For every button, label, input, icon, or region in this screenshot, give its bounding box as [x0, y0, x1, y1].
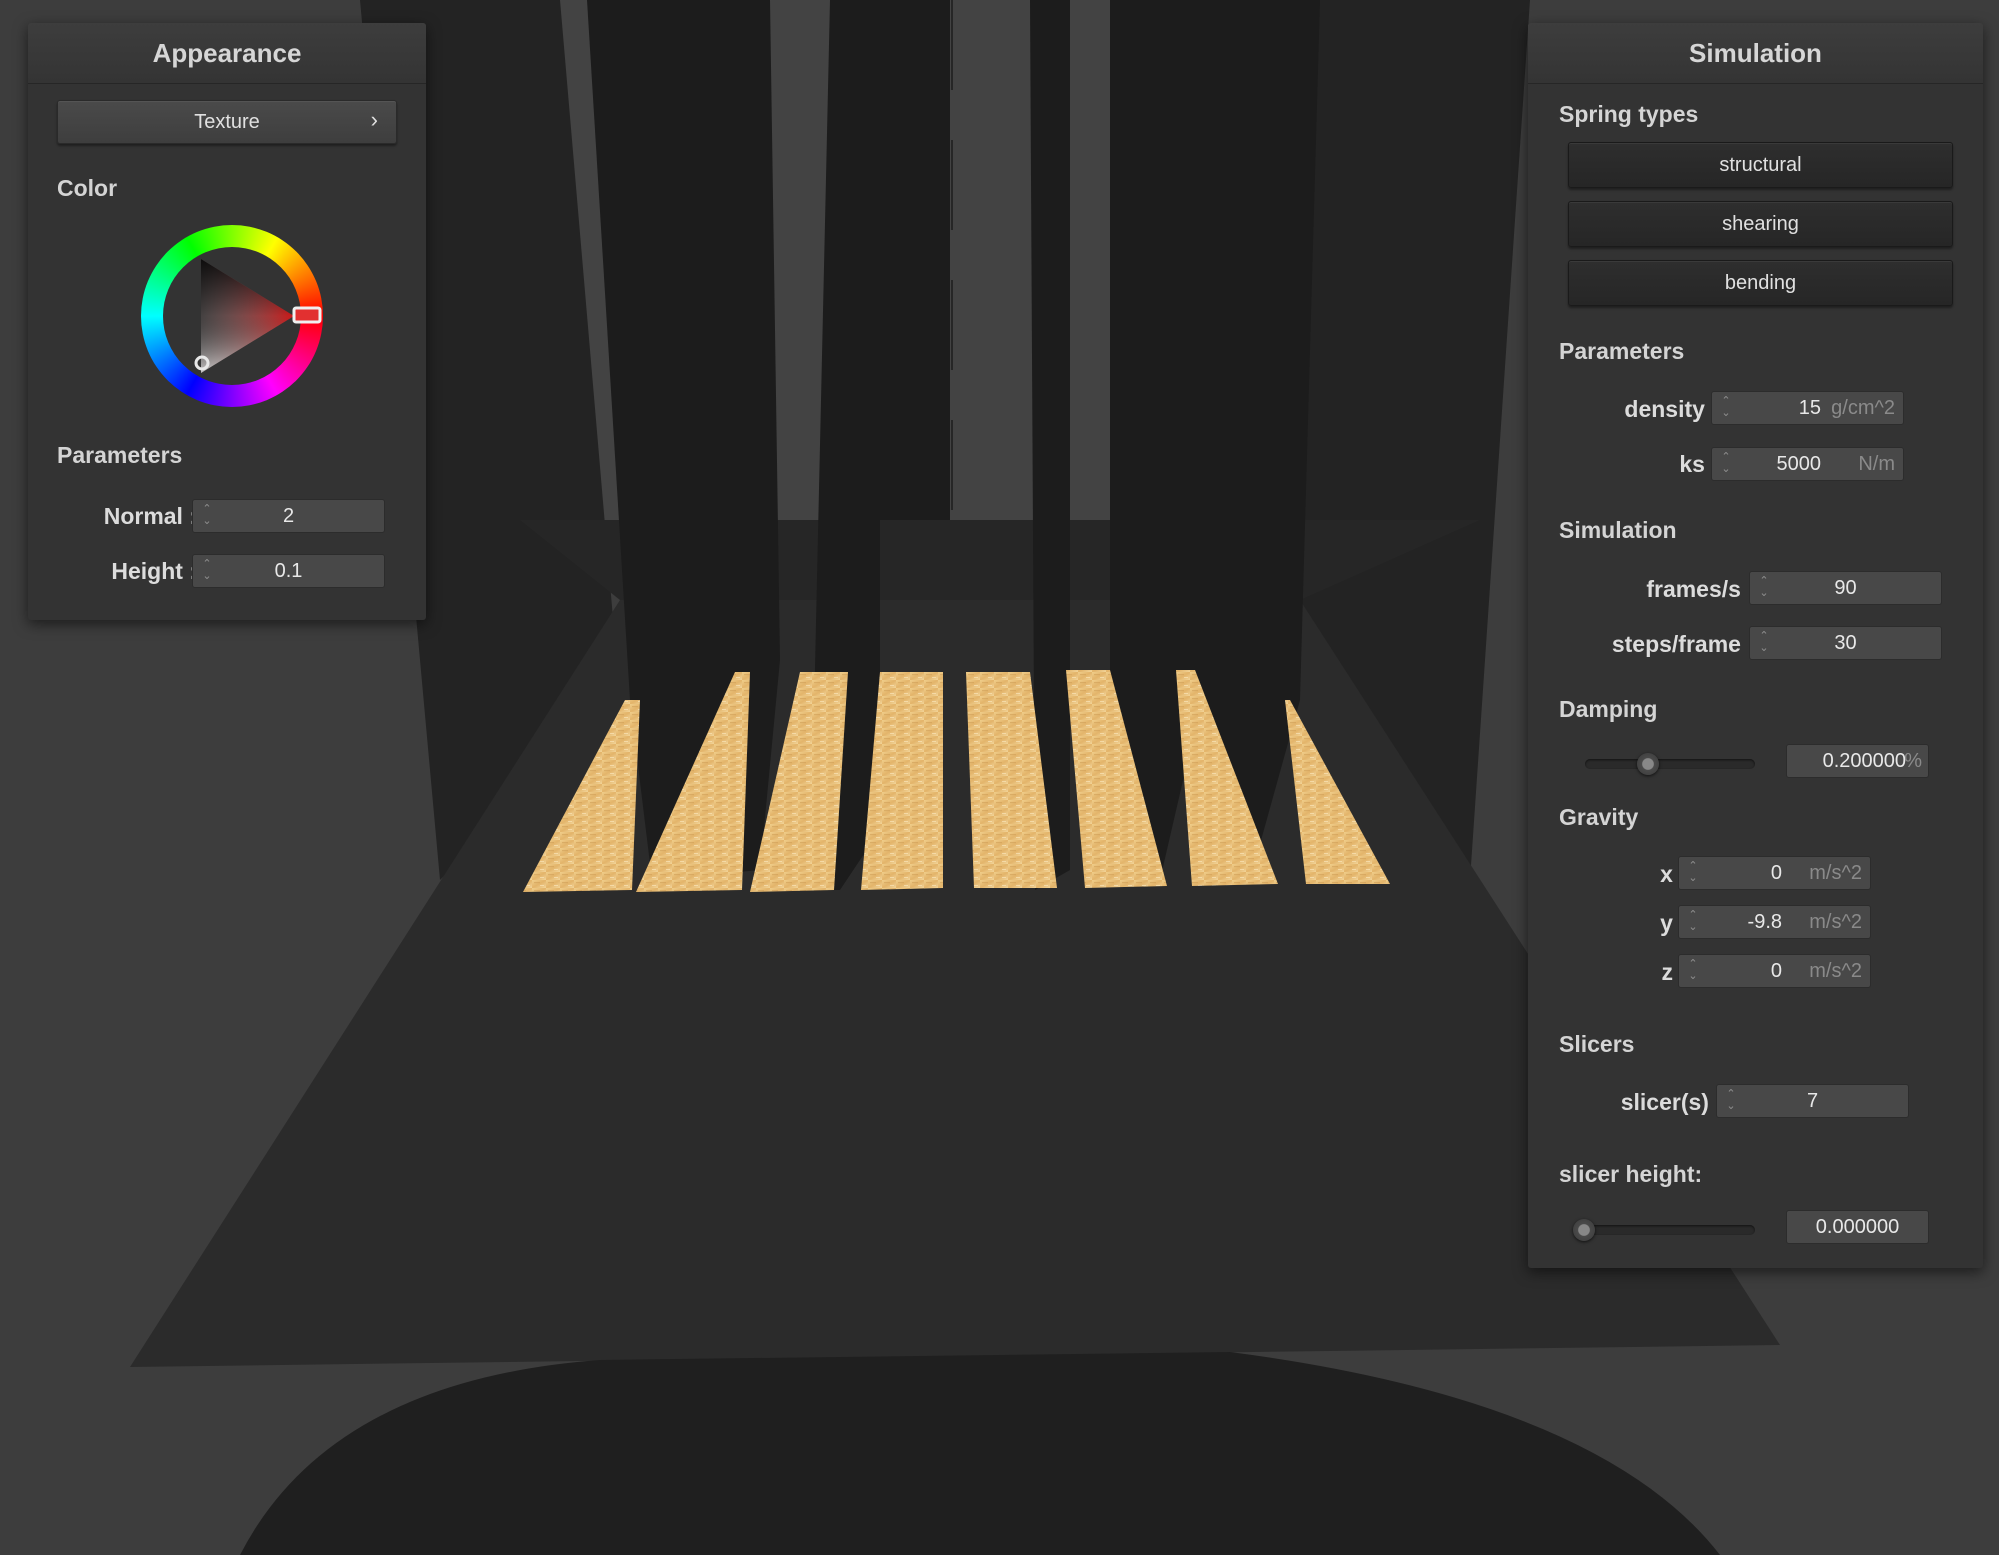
ks-spinbox[interactable]: ⌃ ⌄ 5000 N/m — [1711, 447, 1904, 481]
gravity-z-value: 0 — [1770, 960, 1782, 982]
texture-button-label: Texture — [194, 111, 260, 133]
slicer-height-value-box[interactable]: 0.000000 — [1786, 1210, 1929, 1244]
frames-per-sec-label: frames/s : — [1646, 576, 1755, 602]
gravity-x-value: 0 — [1770, 862, 1782, 884]
shearing-button[interactable]: shearing — [1568, 201, 1953, 247]
damping-value: 0.200000 — [1822, 750, 1906, 772]
ks-label: ks : — [1679, 451, 1719, 477]
gravity-y-spinbox[interactable]: ⌃ ⌄ -9.8 m/s^2 — [1678, 905, 1871, 939]
gravity-x-label: x : — [1660, 861, 1687, 887]
density-unit: g/cm^2 — [1831, 397, 1895, 419]
slicer-height-slider[interactable] — [1573, 1219, 1755, 1241]
normal-label: Normal : — [103, 503, 197, 529]
height-label: Height : — [111, 558, 197, 584]
gravity-z-label: z : — [1661, 959, 1687, 985]
chevron-right-icon: › — [370, 107, 378, 132]
appearance-parameters-label: Parameters — [57, 442, 183, 468]
gravity-z-unit: m/s^2 — [1809, 960, 1862, 982]
bending-button[interactable]: bending — [1568, 260, 1953, 306]
appearance-title: Appearance — [28, 23, 426, 84]
simulation-section-label: Simulation — [1559, 517, 1677, 543]
normal-value: 2 — [282, 505, 295, 527]
appearance-panel: Appearance Texture › Color Parameters No… — [28, 23, 426, 620]
density-label: density : — [1624, 396, 1719, 422]
gravity-x-unit: m/s^2 — [1809, 862, 1862, 884]
damping-label: Damping — [1559, 696, 1658, 722]
damping-slider[interactable] — [1585, 753, 1755, 775]
ks-value: 5000 — [1776, 453, 1822, 475]
damping-value-box[interactable]: 0.200000 % — [1786, 744, 1929, 778]
gravity-z-spinbox[interactable]: ⌃ ⌄ 0 m/s^2 — [1678, 954, 1871, 988]
gravity-x-spinbox[interactable]: ⌃ ⌄ 0 m/s^2 — [1678, 856, 1871, 890]
steps-per-frame-label: steps/frame : — [1611, 631, 1755, 657]
spin-arrows-icon[interactable]: ⌃ ⌄ — [1687, 909, 1699, 935]
slicer-height-value: 0.000000 — [1815, 1216, 1900, 1238]
color-wheel[interactable] — [141, 225, 323, 407]
color-triangle[interactable] — [141, 225, 323, 407]
gravity-y-value: -9.8 — [1747, 911, 1782, 933]
structural-button[interactable]: structural — [1568, 142, 1953, 188]
ks-unit: N/m — [1858, 453, 1895, 475]
slicer-count-spinbox[interactable]: ⌃ ⌄ 7 — [1716, 1084, 1909, 1118]
color-label: Color — [57, 175, 118, 201]
damping-slider-knob[interactable] — [1637, 753, 1659, 775]
spin-arrows-icon[interactable]: ⌃ ⌄ — [1720, 395, 1732, 421]
hue-handle — [292, 306, 322, 324]
spring-types-label: Spring types — [1559, 101, 1699, 127]
simulation-panel: Simulation Spring types structural shear… — [1528, 23, 1983, 1268]
slicer-count-label: slicer(s) : — [1620, 1089, 1723, 1115]
slicer-height-label: slicer height: — [1559, 1161, 1703, 1187]
gravity-label: Gravity — [1559, 804, 1639, 830]
density-spinbox[interactable]: ⌃ ⌄ 15 g/cm^2 — [1711, 391, 1904, 425]
slicer-height-slider-knob[interactable] — [1573, 1219, 1595, 1241]
frames-per-sec-spinbox[interactable]: ⌃ ⌄ 90 — [1749, 571, 1942, 605]
simulation-title: Simulation — [1528, 23, 1983, 84]
height-spinbox[interactable]: ⌃ ⌄ 0.1 — [192, 554, 385, 588]
slicer-count-value: 7 — [1806, 1090, 1819, 1112]
gravity-y-label: y : — [1660, 910, 1687, 936]
density-value: 15 — [1798, 397, 1821, 419]
damping-unit: % — [1904, 750, 1922, 772]
frames-per-sec-value: 90 — [1834, 577, 1857, 599]
gravity-y-unit: m/s^2 — [1809, 911, 1862, 933]
normal-spinbox[interactable]: ⌃ ⌄ 2 — [192, 499, 385, 533]
steps-per-frame-value: 30 — [1834, 632, 1857, 654]
texture-button[interactable]: Texture › — [57, 100, 397, 144]
height-value: 0.1 — [274, 560, 303, 582]
spin-arrows-icon[interactable]: ⌃ ⌄ — [1687, 860, 1699, 886]
spin-arrows-icon[interactable]: ⌃ ⌄ — [1720, 451, 1732, 477]
slicers-label: Slicers — [1559, 1031, 1635, 1057]
sim-parameters-label: Parameters — [1559, 338, 1685, 364]
steps-per-frame-spinbox[interactable]: ⌃ ⌄ 30 — [1749, 626, 1942, 660]
spin-arrows-icon[interactable]: ⌃ ⌄ — [1687, 958, 1699, 984]
